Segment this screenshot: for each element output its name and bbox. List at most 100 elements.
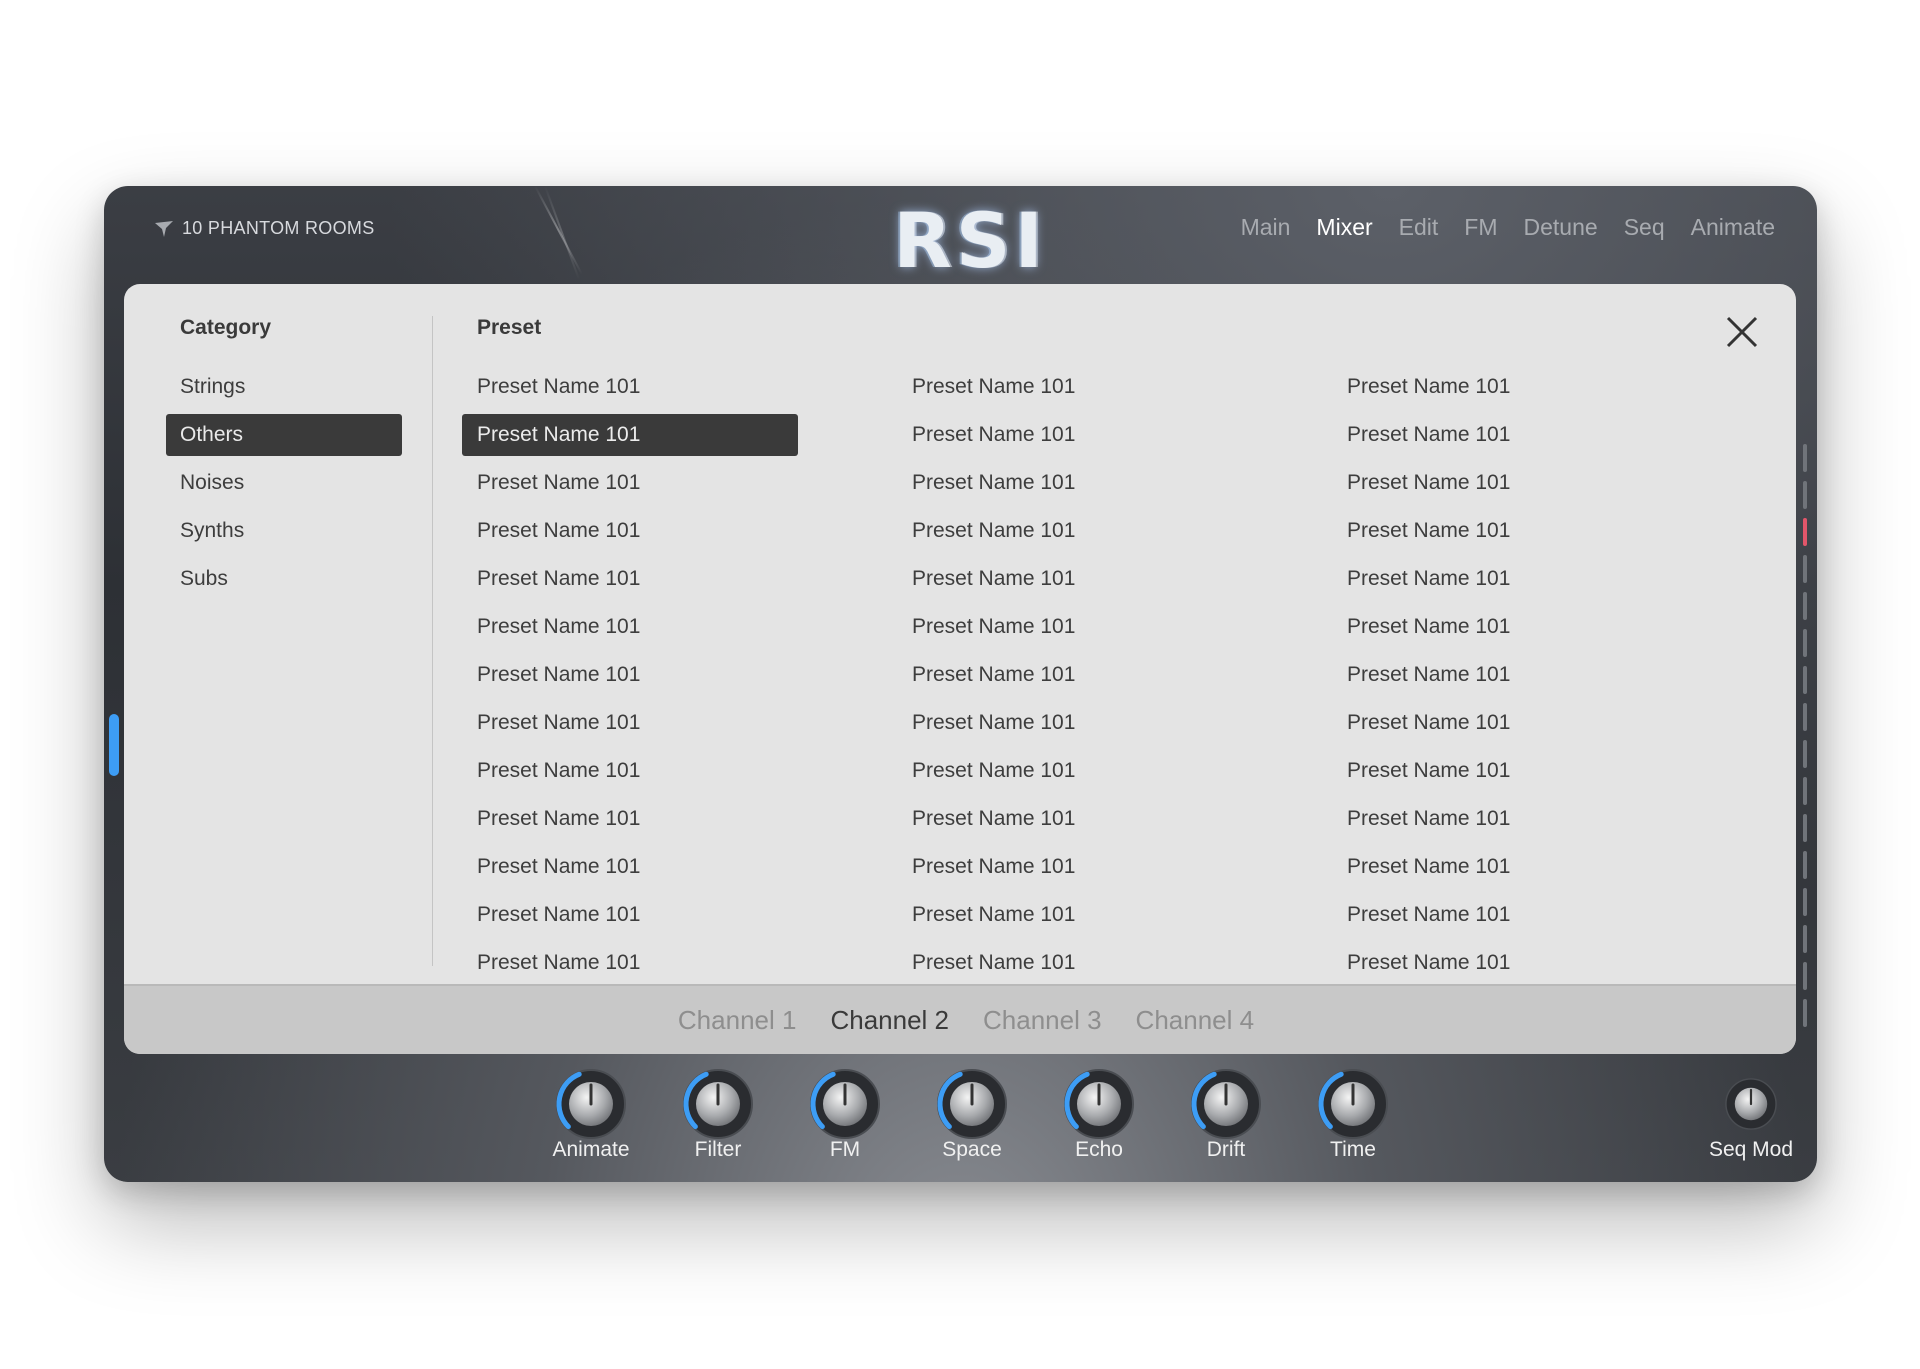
knob-label: Time (1330, 1138, 1376, 1161)
preset-item[interactable]: Preset Name 101 (897, 750, 1204, 792)
preset-item[interactable]: Preset Name 101 (462, 942, 769, 984)
preset-item[interactable]: Preset Name 101 (1332, 366, 1639, 408)
level-meter-rail (1803, 444, 1809, 1044)
side-panel-handle[interactable] (109, 714, 119, 776)
preset-item[interactable]: Preset Name 101 (897, 414, 1204, 456)
preset-item[interactable]: Preset Name 101 (462, 750, 769, 792)
preset-item[interactable]: Preset Name 101 (1332, 558, 1639, 600)
preset-item[interactable]: Preset Name 101 (1332, 750, 1639, 792)
preset-item[interactable]: Preset Name 101 (462, 702, 769, 744)
knob-label: Space (942, 1138, 1002, 1161)
nav-tab-detune[interactable]: Detune (1524, 214, 1598, 241)
meter-segment (1803, 444, 1807, 472)
preset-item[interactable]: Preset Name 101 (897, 942, 1204, 984)
knob-dial-icon[interactable] (934, 1066, 1010, 1142)
preset-item[interactable]: Preset Name 101 (462, 894, 769, 936)
preset-item[interactable]: Preset Name 101 (897, 462, 1204, 504)
meter-segment (1803, 703, 1807, 731)
preset-item[interactable]: Preset Name 101 (897, 654, 1204, 696)
preset-item[interactable]: Preset Name 101 (1332, 702, 1639, 744)
meter-segment (1803, 629, 1807, 657)
knob-space[interactable]: Space (917, 1066, 1027, 1162)
preset-item[interactable]: Preset Name 101 (462, 462, 769, 504)
preset-item[interactable]: Preset Name 101 (462, 798, 769, 840)
background-streak (534, 186, 583, 275)
preset-item[interactable]: Preset Name 101 (1332, 846, 1639, 888)
category-item-synths[interactable]: Synths (166, 510, 402, 552)
preset-item[interactable]: Preset Name 101 (462, 558, 769, 600)
channel-tab-3[interactable]: Channel 3 (983, 1005, 1102, 1036)
preset-item[interactable]: Preset Name 101 (1332, 606, 1639, 648)
knob-fm[interactable]: FM (790, 1066, 900, 1162)
knob-seq-mod[interactable]: Seq Mod (1696, 1066, 1806, 1162)
preset-item[interactable]: Preset Name 101 (897, 702, 1204, 744)
meter-segment (1803, 740, 1807, 768)
knob-label: Drift (1206, 1138, 1246, 1161)
category-heading: Category (180, 316, 272, 339)
preset-item[interactable]: Preset Name 101 (462, 510, 769, 552)
preset-item[interactable]: Preset Name 101 (1332, 942, 1639, 984)
meter-segment (1803, 592, 1807, 620)
knob-time[interactable]: Time (1298, 1066, 1408, 1162)
meter-segment (1803, 555, 1807, 583)
knob-dial-icon[interactable] (1315, 1066, 1391, 1142)
nav-tab-seq[interactable]: Seq (1624, 214, 1665, 241)
category-item-subs[interactable]: Subs (166, 558, 402, 600)
column-divider (432, 316, 433, 966)
preset-item[interactable]: Preset Name 101 (462, 606, 769, 648)
category-item-noises[interactable]: Noises (166, 462, 402, 504)
preset-item[interactable]: Preset Name 101 (462, 414, 798, 456)
brand-bird-icon (155, 220, 173, 237)
knob-drift[interactable]: Drift (1171, 1066, 1281, 1162)
preset-heading: Preset (477, 316, 542, 339)
nav-tab-fm[interactable]: FM (1464, 214, 1497, 241)
preset-item[interactable]: Preset Name 101 (1332, 414, 1639, 456)
nav-tab-edit[interactable]: Edit (1399, 214, 1439, 241)
preset-item[interactable]: Preset Name 101 (462, 366, 769, 408)
knob-dial-icon[interactable] (1188, 1066, 1264, 1142)
preset-item[interactable]: Preset Name 101 (1332, 894, 1639, 936)
knob-dial-icon[interactable] (680, 1066, 756, 1142)
meter-segment (1803, 888, 1807, 916)
knob-dial-icon[interactable] (1723, 1076, 1779, 1132)
meter-segment (1803, 962, 1807, 990)
meter-segment (1803, 777, 1807, 805)
channel-tab-4[interactable]: Channel 4 (1136, 1005, 1255, 1036)
channel-tab-2[interactable]: Channel 2 (830, 1005, 949, 1036)
preset-item[interactable]: Preset Name 101 (897, 606, 1204, 648)
background-streak (544, 186, 581, 281)
nav-tab-main[interactable]: Main (1241, 214, 1291, 241)
channel-tab-1[interactable]: Channel 1 (678, 1005, 797, 1036)
preset-item[interactable]: Preset Name 101 (1332, 462, 1639, 504)
preset-item[interactable]: Preset Name 101 (1332, 510, 1639, 552)
preset-item[interactable]: Preset Name 101 (1332, 654, 1639, 696)
knob-animate[interactable]: Animate (536, 1066, 646, 1162)
plugin-window: 10 PHANTOM ROOMS RSI 1 Main Mixer Edit FM De… (104, 186, 1817, 1182)
preset-item[interactable]: Preset Name 101 (462, 654, 769, 696)
category-item-others[interactable]: Others (166, 414, 402, 456)
preset-item[interactable]: Preset Name 101 (462, 846, 769, 888)
category-item-strings[interactable]: Strings (166, 366, 402, 408)
knob-dial-icon[interactable] (553, 1066, 629, 1142)
main-nav: Main Mixer Edit FM Detune Seq Animate (1241, 214, 1775, 241)
knob-dial-icon[interactable] (1061, 1066, 1137, 1142)
preset-item[interactable]: Preset Name 101 (897, 366, 1204, 408)
nav-tab-animate[interactable]: Animate (1691, 214, 1775, 241)
knob-filter[interactable]: Filter (663, 1066, 773, 1162)
preset-item[interactable]: Preset Name 101 (1332, 798, 1639, 840)
knob-dial-icon[interactable] (807, 1066, 883, 1142)
preset-item[interactable]: Preset Name 101 (897, 510, 1204, 552)
macro-knobs: Animate Filter FM Space Echo Drift Time Seq Mod (104, 1066, 1817, 1176)
close-icon[interactable] (1722, 312, 1762, 352)
preset-item[interactable]: Preset Name 101 (897, 846, 1204, 888)
knob-echo[interactable]: Echo (1044, 1066, 1154, 1162)
meter-segment (1803, 814, 1807, 842)
meter-segment (1803, 851, 1807, 879)
knob-label: Echo (1075, 1138, 1123, 1161)
preset-item[interactable]: Preset Name 101 (897, 558, 1204, 600)
product-logo: RSI 1 (893, 196, 1047, 370)
preset-item[interactable]: Preset Name 101 (897, 798, 1204, 840)
knob-label: Filter (694, 1138, 742, 1161)
preset-item[interactable]: Preset Name 101 (897, 894, 1204, 936)
nav-tab-mixer[interactable]: Mixer (1316, 214, 1372, 241)
